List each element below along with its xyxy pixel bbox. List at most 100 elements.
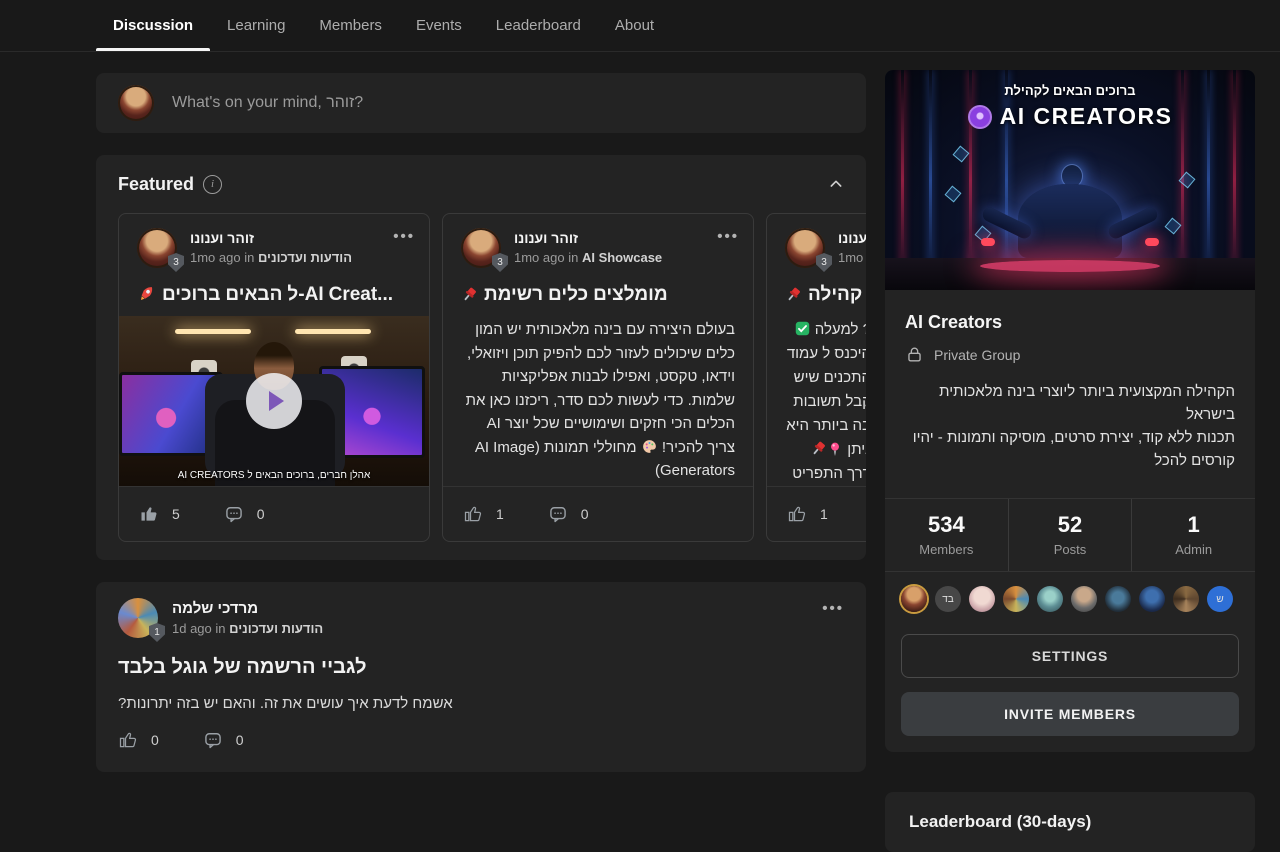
like-count: 5 bbox=[172, 506, 180, 522]
post-category[interactable]: AI Showcase bbox=[582, 250, 662, 265]
sidebar: ברוכים הבאים לקהילת AI CREATORS AI Creat… bbox=[885, 70, 1255, 852]
post-header: 1 מרדכי שלמה 1d ago in הודעות ועדכונים •… bbox=[118, 598, 844, 638]
featured-post-card[interactable]: 3 זוהר וענונו 1mo ago in הודעות ועדכונים… bbox=[118, 213, 430, 542]
user-avatar bbox=[118, 85, 154, 121]
group-stats: 534 Members 52 Posts 1 Admin bbox=[885, 498, 1255, 572]
banner-welcome-text: ברוכים הבאים לקהילת bbox=[885, 83, 1255, 98]
author-avatar: 3 bbox=[137, 228, 177, 268]
tab-discussion[interactable]: Discussion bbox=[96, 0, 210, 51]
post-body: למעלה ?היכנס ל עמודהתכנים שישקבל תשובותב… bbox=[785, 318, 866, 486]
tab-learning[interactable]: Learning bbox=[210, 0, 302, 51]
member-avatar[interactable]: בד bbox=[935, 586, 961, 612]
comment-button[interactable]: 0 bbox=[224, 504, 265, 524]
post-category[interactable]: הודעות ועדכונים bbox=[258, 250, 352, 265]
post-actions: 1 bbox=[767, 486, 866, 541]
post-header: 3 זוהר וענונו 1mo ago in bbox=[767, 214, 866, 268]
member-avatar[interactable] bbox=[1105, 586, 1131, 612]
video-thumbnail[interactable]: אהלן חברים, ברוכים הבאים ל AI CREATORS bbox=[119, 316, 429, 486]
author-avatar: 3 bbox=[785, 228, 825, 268]
comment-button[interactable]: 0 bbox=[203, 730, 244, 750]
post-body: בעולם היצירה עם בינה מלאכותית יש המון כל… bbox=[443, 306, 753, 483]
brain-logo-icon bbox=[968, 105, 992, 129]
pin2-icon bbox=[827, 441, 843, 457]
group-description: הקהילה המקצועית ביותר ליוצרי בינה מלאכות… bbox=[885, 364, 1255, 472]
author-avatar: 3 bbox=[461, 228, 501, 268]
featured-post-card[interactable]: 3 זוהר וענונו 1mo ago in קהילה למעלה ?הי… bbox=[766, 213, 866, 542]
post-meta: 1d ago in הודעות ועדכונים bbox=[172, 621, 323, 636]
community-page: Discussion Learning Members Events Leade… bbox=[0, 0, 1280, 811]
tab-leaderboard[interactable]: Leaderboard bbox=[479, 0, 598, 51]
like-count: 1 bbox=[496, 506, 504, 522]
video-caption: אהלן חברים, ברוכים הבאים ל AI CREATORS bbox=[119, 470, 429, 481]
post-menu-icon[interactable]: ••• bbox=[717, 228, 739, 245]
member-avatar[interactable] bbox=[1173, 586, 1199, 612]
group-name: AI Creators bbox=[885, 290, 1255, 333]
like-button[interactable]: 5 bbox=[139, 504, 180, 524]
lock-icon bbox=[905, 345, 924, 364]
like-button[interactable]: 1 bbox=[463, 504, 504, 524]
stat-members[interactable]: 534 Members bbox=[885, 499, 1008, 571]
chevron-up-icon[interactable] bbox=[828, 176, 844, 192]
studio-light bbox=[295, 329, 371, 334]
post-actions: 5 0 bbox=[119, 486, 429, 541]
tab-members[interactable]: Members bbox=[302, 0, 399, 51]
author-name: מרדכי שלמה bbox=[172, 600, 323, 617]
post-body: אשמח לדעת איך עושים את זה. והאם יש בזה י… bbox=[118, 695, 844, 712]
settings-button[interactable]: SETTINGS bbox=[901, 634, 1239, 678]
comment-count: 0 bbox=[257, 506, 265, 522]
privacy-label: Private Group bbox=[934, 347, 1020, 363]
studio-light bbox=[175, 329, 251, 334]
composer-prompt: What's on your mind, זוהר? bbox=[172, 94, 363, 112]
level-badge: 1 bbox=[149, 623, 165, 642]
tab-events[interactable]: Events bbox=[399, 0, 479, 51]
member-avatar[interactable] bbox=[1037, 586, 1063, 612]
info-icon[interactable]: i bbox=[203, 175, 222, 194]
group-card: ברוכים הבאים לקהילת AI CREATORS AI Creat… bbox=[885, 70, 1255, 752]
check-icon bbox=[794, 320, 811, 337]
member-avatar[interactable] bbox=[1139, 586, 1165, 612]
comment-button[interactable]: 0 bbox=[548, 504, 589, 524]
featured-post-card[interactable]: 3 זוהר וענונו 1mo ago in AI Showcase •••… bbox=[442, 213, 754, 542]
post-title: ברוכיםהבאיםל-AICreat... bbox=[119, 268, 429, 306]
post-title: קהילה bbox=[767, 268, 866, 306]
member-avatar[interactable]: ש bbox=[1207, 586, 1233, 612]
like-button[interactable]: 1 bbox=[787, 504, 828, 524]
pin-icon bbox=[461, 286, 478, 303]
post-menu-icon[interactable]: ••• bbox=[393, 228, 415, 245]
member-avatars-row: בד ש bbox=[885, 572, 1255, 626]
play-button[interactable] bbox=[246, 373, 302, 429]
group-banner-image: ברוכים הבאים לקהילת AI CREATORS bbox=[885, 70, 1255, 290]
member-avatar[interactable] bbox=[1003, 586, 1029, 612]
like-button[interactable]: 0 bbox=[118, 730, 159, 750]
post-header: 3 זוהר וענונו 1mo ago in הודעות ועדכונים… bbox=[119, 214, 429, 268]
post-menu-icon[interactable]: ••• bbox=[822, 600, 844, 617]
post-composer[interactable]: What's on your mind, זוהר? bbox=[96, 73, 866, 133]
featured-header: Featured i bbox=[96, 155, 866, 213]
post-card[interactable]: 1 מרדכי שלמה 1d ago in הודעות ועדכונים •… bbox=[96, 582, 866, 772]
tab-about[interactable]: About bbox=[598, 0, 671, 51]
palette-icon bbox=[641, 438, 658, 455]
group-privacy: Private Group bbox=[885, 333, 1255, 364]
post-title: רשימתכליםמומלצים bbox=[443, 268, 753, 306]
post-meta: 1mo ago in AI Showcase bbox=[514, 250, 662, 265]
leaderboard-card: Leaderboard (30-days) bbox=[885, 792, 1255, 852]
rocket-icon bbox=[137, 284, 156, 303]
comment-count: 0 bbox=[581, 506, 589, 522]
featured-cards-row: 3 זוהר וענונו 1mo ago in הודעות ועדכונים… bbox=[96, 213, 866, 542]
member-avatar[interactable] bbox=[901, 586, 927, 612]
featured-section: Featured i 3 זוהר וענונו 1mo ago in הו bbox=[96, 155, 866, 560]
featured-title: Featured bbox=[118, 174, 194, 195]
post-actions: 0 0 bbox=[118, 730, 844, 750]
member-avatar[interactable] bbox=[1071, 586, 1097, 612]
author-name: זוהר וענונו bbox=[190, 230, 352, 246]
post-category[interactable]: הודעות ועדכונים bbox=[229, 621, 323, 636]
stat-posts[interactable]: 52 Posts bbox=[1008, 499, 1132, 571]
invite-members-button[interactable]: INVITE MEMBERS bbox=[901, 692, 1239, 736]
comment-count: 0 bbox=[236, 732, 244, 748]
author-name: זוהר וענונו bbox=[838, 230, 866, 246]
member-avatar[interactable] bbox=[969, 586, 995, 612]
feed-column: What's on your mind, זוהר? Featured i 3 bbox=[96, 52, 866, 772]
like-count: 1 bbox=[820, 506, 828, 522]
stat-admins[interactable]: 1 Admin bbox=[1131, 499, 1255, 571]
post-header: 3 זוהר וענונו 1mo ago in AI Showcase ••• bbox=[443, 214, 753, 268]
